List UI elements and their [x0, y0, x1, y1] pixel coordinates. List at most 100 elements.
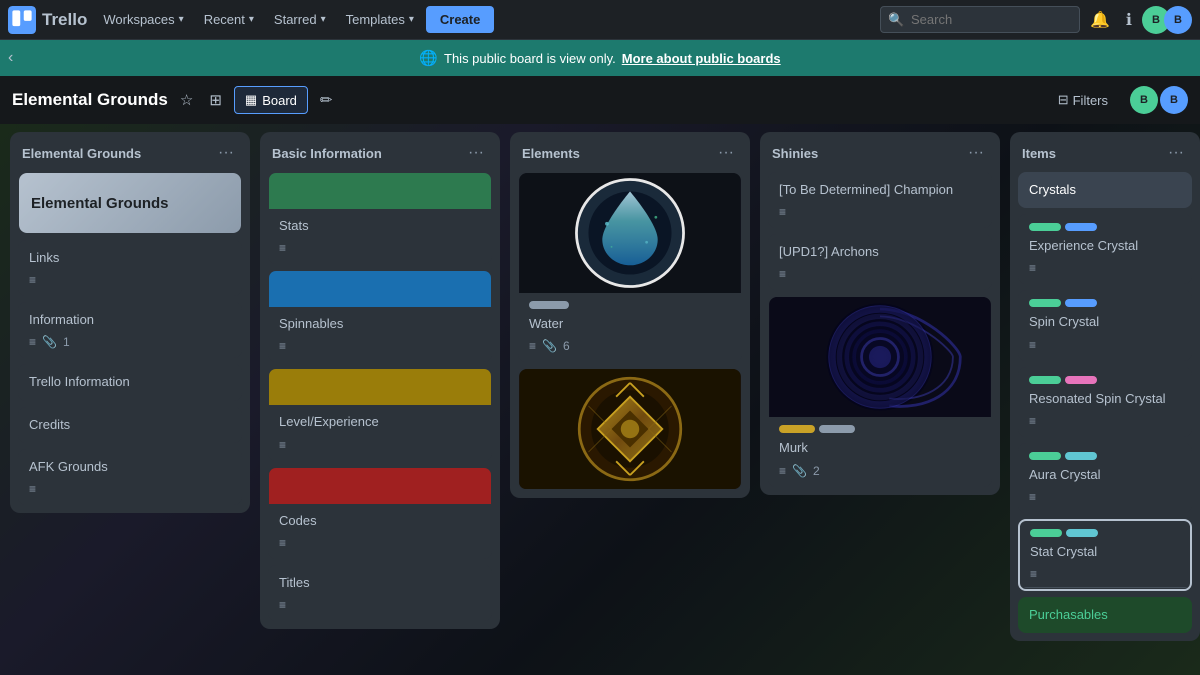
list-title: Elemental Grounds	[22, 146, 141, 161]
card-earth[interactable]	[518, 368, 742, 490]
card-codes[interactable]: Codes ≡	[268, 467, 492, 559]
list-menu-btn[interactable]: ···	[1164, 142, 1188, 164]
card-title: Codes	[279, 512, 481, 530]
list-header-elemental-grounds: Elemental Grounds ···	[10, 132, 250, 172]
board-body: Elemental Grounds ··· Elemental Grounds …	[0, 124, 1200, 675]
recent-btn[interactable]: Recent ▾	[196, 8, 262, 31]
chevron-down-icon: ▾	[321, 14, 326, 25]
card-stat-crystal[interactable]: Stat Crystal ≡ This card has a descripti…	[1018, 519, 1192, 591]
starred-btn[interactable]: Starred ▾	[266, 8, 334, 31]
card-credits[interactable]: Credits	[18, 407, 242, 443]
card-links[interactable]: Links ≡	[18, 240, 242, 296]
dots-icon: ≡	[779, 267, 786, 281]
card-title: Stats	[279, 217, 481, 235]
card-water[interactable]: Water ≡ 📎 6	[518, 172, 742, 362]
dots-icon: ≡	[1029, 338, 1036, 352]
chevron-down-icon: ▾	[249, 14, 254, 25]
list-cards: Crystals Experience Crystal ≡	[1010, 172, 1200, 641]
list-menu-btn[interactable]: ···	[464, 142, 488, 164]
list-cards: [To Be Determined] Champion ≡ [UPD1?] Ar…	[760, 172, 1000, 495]
trello-logo[interactable]: Trello	[8, 6, 87, 34]
public-boards-link[interactable]: More about public boards	[622, 51, 781, 66]
sidebar-toggle-btn[interactable]: ‹	[8, 49, 13, 67]
card-upd12-archons[interactable]: [UPD1?] Archons ≡	[768, 234, 992, 290]
chevron-down-icon: ▾	[409, 14, 414, 25]
info-bar-wrap: 🌐 This public board is view only. More a…	[0, 40, 1200, 76]
card-level-experience[interactable]: Level/Experience ≡	[268, 368, 492, 460]
card-experience-crystal[interactable]: Experience Crystal ≡	[1018, 214, 1192, 284]
card-crystals-header[interactable]: Crystals	[1018, 172, 1192, 208]
card-title: Spin Crystal	[1029, 313, 1181, 331]
board-header: Elemental Grounds ☆ ⊞ ▦ Board ✏ ⊟ Filter…	[0, 76, 1200, 124]
dots-icon: ≡	[529, 339, 536, 353]
card-title: Crystals	[1029, 181, 1181, 199]
create-button[interactable]: Create	[426, 6, 494, 33]
card-title: Water	[529, 315, 731, 333]
list-elemental-grounds: Elemental Grounds ··· Elemental Grounds …	[10, 132, 250, 513]
dots-icon: ≡	[779, 205, 786, 219]
card-title: Titles	[279, 574, 481, 592]
card-aura-crystal[interactable]: Aura Crystal ≡	[1018, 443, 1192, 513]
info-btn[interactable]: ℹ	[1120, 4, 1138, 36]
card-resonated-spin-crystal[interactable]: Resonated Spin Crystal ≡	[1018, 367, 1192, 437]
notifications-btn[interactable]: 🔔	[1084, 4, 1116, 36]
templates-btn[interactable]: Templates ▾	[338, 8, 422, 31]
card-image-murk	[769, 297, 991, 417]
star-button[interactable]: ☆	[176, 87, 197, 113]
card-trello-info[interactable]: Trello Information	[18, 364, 242, 400]
card-title: Aura Crystal	[1029, 466, 1181, 484]
card-labels	[1030, 529, 1180, 537]
card-stats[interactable]: Stats ≡	[268, 172, 492, 264]
card-title: Stat Crystal	[1030, 543, 1180, 561]
card-labels	[1029, 452, 1181, 460]
dots-icon: ≡	[1029, 414, 1036, 428]
card-tbd-champion[interactable]: [To Be Determined] Champion ≡	[768, 172, 992, 228]
list-elements: Elements ···	[510, 132, 750, 498]
tooltip-stat-crystal: This card has a description.	[1021, 587, 1190, 591]
customize-btn[interactable]: ✏	[316, 87, 337, 113]
card-murk[interactable]: Murk ≡ 📎 2	[768, 296, 992, 486]
card-title: AFK Grounds	[29, 458, 231, 476]
card-afk-grounds[interactable]: AFK Grounds ≡	[18, 449, 242, 505]
card-title: Spinnables	[279, 315, 481, 333]
filter-icon: ⊟	[1058, 92, 1069, 108]
card-information[interactable]: Information ≡ 📎 1	[18, 302, 242, 358]
list-header-basic-info: Basic Information ···	[260, 132, 500, 172]
card-title: [To Be Determined] Champion	[779, 181, 981, 199]
list-title: Shinies	[772, 146, 818, 161]
info-bar: 🌐 This public board is view only. More a…	[0, 40, 1200, 76]
dots-icon: ≡	[279, 598, 286, 612]
card-labels	[1029, 299, 1181, 307]
dots-icon: ≡	[29, 273, 36, 287]
board-avatar[interactable]: B	[1130, 86, 1158, 114]
card-title: Links	[29, 249, 231, 267]
list-cards: Stats ≡ Spinnables ≡	[260, 172, 500, 629]
card-labels	[1029, 376, 1181, 384]
card-purchasables[interactable]: Purchasables	[1018, 597, 1192, 633]
workspace-button[interactable]: ⊞	[205, 87, 226, 113]
list-basic-information: Basic Information ··· Stats ≡ Spinnables	[260, 132, 500, 629]
filters-btn[interactable]: ⊟ Filters	[1050, 87, 1116, 113]
card-title: Murk	[779, 439, 981, 457]
search-input[interactable]	[880, 6, 1080, 33]
board-view-btn[interactable]: ▦ Board	[234, 86, 308, 114]
card-elemental-grounds-main[interactable]: Elemental Grounds	[18, 172, 242, 234]
list-title: Basic Information	[272, 146, 382, 161]
attachment-count: 6	[563, 339, 570, 353]
attachment-icon: 📎	[792, 464, 807, 478]
list-menu-btn[interactable]: ···	[714, 142, 738, 164]
list-menu-btn[interactable]: ···	[214, 142, 238, 164]
avatar-secondary[interactable]: B	[1164, 6, 1192, 34]
avatar-group[interactable]: B B	[1142, 6, 1192, 34]
card-spin-crystal[interactable]: Spin Crystal ≡	[1018, 290, 1192, 360]
card-title: [UPD1?] Archons	[779, 243, 981, 261]
board-avatar-2[interactable]: B	[1160, 86, 1188, 114]
card-labels	[1029, 223, 1181, 231]
trello-wordmark: Trello	[42, 10, 87, 30]
list-menu-btn[interactable]: ···	[964, 142, 988, 164]
dots-icon: ≡	[29, 335, 36, 349]
list-cards: Water ≡ 📎 6	[510, 172, 750, 498]
card-titles[interactable]: Titles ≡	[268, 565, 492, 621]
workspaces-btn[interactable]: Workspaces ▾	[95, 8, 191, 31]
card-spinnables[interactable]: Spinnables ≡	[268, 270, 492, 362]
